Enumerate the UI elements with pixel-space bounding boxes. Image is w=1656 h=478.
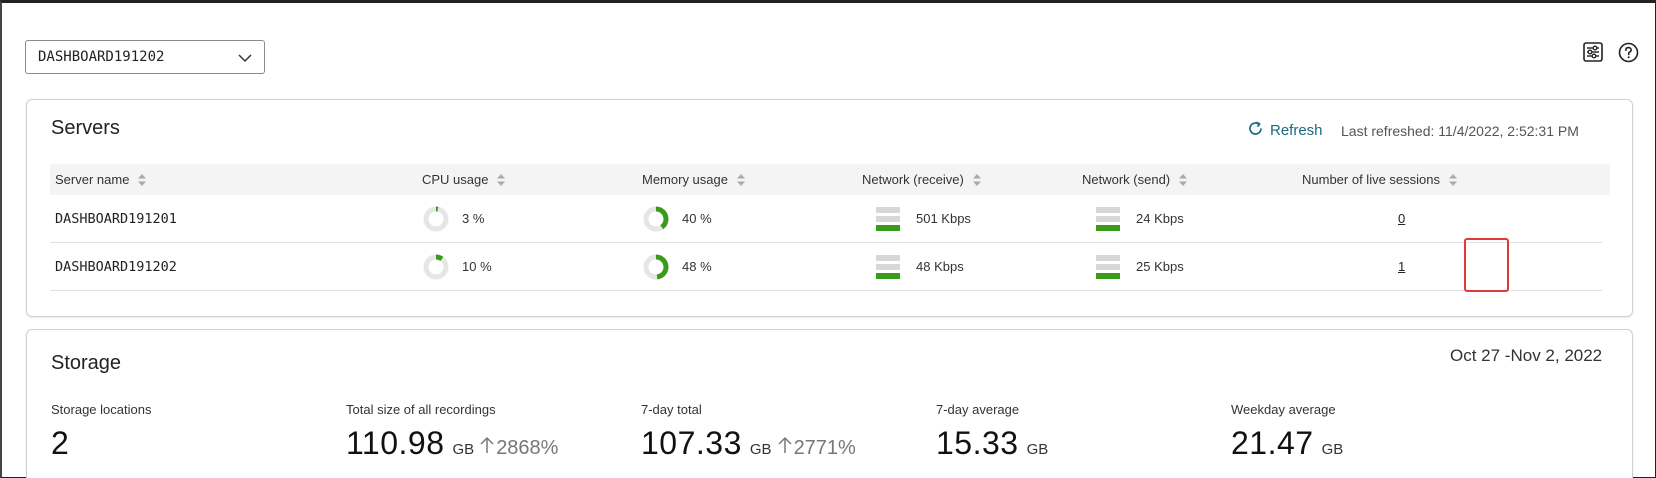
cpu-usage-value: 3 %: [462, 211, 485, 226]
chevron-down-icon: [238, 51, 252, 67]
server-select-value: DASHBOARD191202: [38, 49, 165, 65]
highlight-box: [1464, 238, 1509, 292]
storage-card: Storage Oct 27 -Nov 2, 2022 Storage loca…: [26, 329, 1633, 478]
metric-change: 2868%: [480, 436, 558, 460]
column-cpu-usage[interactable]: CPU usage: [422, 164, 506, 195]
network-bars-icon: [1096, 206, 1120, 231]
memory-donut-icon: [643, 206, 669, 231]
help-circle-icon[interactable]: [1617, 41, 1639, 63]
metric-value: 107.33: [641, 425, 742, 461]
metric-7-day-total: 7-day total 107.33 GB 2771%: [641, 402, 856, 462]
cpu-usage-cell: 3 %: [422, 195, 484, 242]
column-label: Network (send): [1082, 172, 1171, 187]
cpu-usage-cell: 10 %: [422, 243, 492, 290]
cpu-donut-icon: [423, 206, 449, 231]
sliders-icon[interactable]: [1582, 41, 1604, 63]
network-receive-cell: 48 Kbps: [876, 243, 964, 290]
column-server-name[interactable]: Server name: [55, 164, 147, 195]
server-select-dropdown[interactable]: DASHBOARD191202: [25, 40, 265, 74]
metric-7-day-average: 7-day average 15.33 GB: [936, 402, 1048, 462]
metric-label: 7-day total: [641, 402, 702, 417]
cpu-usage-value: 10 %: [462, 259, 492, 274]
server-name: DASHBOARD191202: [55, 258, 177, 275]
memory-usage-value: 48 %: [682, 259, 712, 274]
metric-label: Total size of all recordings: [346, 402, 496, 417]
network-send-value: 24 Kbps: [1136, 211, 1184, 226]
network-bars-icon: [876, 254, 900, 279]
sort-icon: [1179, 173, 1188, 186]
table-row: DASHBOARD191202 10 % 48 % 48 Kbps 25 Kbp…: [50, 243, 1602, 291]
live-sessions-cell: 0: [1398, 195, 1405, 242]
metric-weekday-average: Weekday average 21.47 GB: [1231, 402, 1343, 462]
live-sessions-link[interactable]: 1: [1398, 259, 1405, 274]
metric-total-size: Total size of all recordings 110.98 GB 2…: [346, 402, 558, 462]
metric-label: 7-day average: [936, 402, 1020, 417]
column-live-sessions[interactable]: Number of live sessions: [1302, 164, 1458, 195]
network-bars-icon: [876, 206, 900, 231]
sort-icon: [138, 173, 147, 186]
metric-label: Weekday average: [1231, 402, 1336, 417]
servers-card: Servers Refresh Last refreshed: 11/4/202…: [26, 99, 1633, 317]
cpu-donut-icon: [423, 254, 449, 279]
network-receive-value: 501 Kbps: [916, 211, 971, 226]
column-label: Memory usage: [642, 172, 728, 187]
sort-icon: [736, 173, 745, 186]
column-memory-usage[interactable]: Memory usage: [642, 164, 746, 195]
column-label: CPU usage: [422, 172, 489, 187]
live-sessions-cell: 1: [1398, 243, 1405, 290]
network-receive-cell: 501 Kbps: [876, 195, 971, 242]
metric-unit: GB: [452, 441, 475, 458]
refresh-label: Refresh: [1270, 122, 1323, 139]
table-row: DASHBOARD191201 3 % 40 % 501 Kbps 24 Kbp…: [50, 195, 1602, 243]
memory-usage-cell: 40 %: [642, 195, 712, 242]
memory-usage-value: 40 %: [682, 211, 712, 226]
arrow-up-icon: [778, 436, 792, 453]
memory-donut-icon: [643, 254, 669, 279]
metric-unit: GB: [1321, 441, 1344, 458]
network-send-value: 25 Kbps: [1136, 259, 1184, 274]
sort-icon: [497, 173, 506, 186]
network-send-cell: 24 Kbps: [1096, 195, 1184, 242]
metric-value: 2: [51, 425, 70, 461]
metric-change-value: 2868%: [496, 437, 559, 459]
servers-title: Servers: [51, 117, 120, 139]
network-bars-icon: [1096, 254, 1120, 279]
column-network-receive[interactable]: Network (receive): [862, 164, 982, 195]
refresh-button[interactable]: Refresh: [1247, 120, 1323, 141]
storage-title: Storage: [51, 352, 122, 374]
metric-change: 2771%: [778, 436, 856, 460]
refresh-icon: [1247, 120, 1264, 141]
sort-icon: [1449, 173, 1457, 186]
sort-icon: [972, 173, 981, 186]
network-receive-value: 48 Kbps: [916, 259, 964, 274]
metric-value: 21.47: [1231, 425, 1314, 461]
column-network-send[interactable]: Network (send): [1082, 164, 1188, 195]
servers-table-header: Server name CPU usage Memory usage Netwo…: [50, 164, 1610, 195]
metric-storage-locations: Storage locations 2: [51, 402, 151, 462]
metric-value: 110.98: [346, 425, 445, 461]
memory-usage-cell: 48 %: [642, 243, 712, 290]
metric-change-value: 2771%: [793, 437, 856, 459]
arrow-up-icon: [480, 436, 494, 453]
metric-label: Storage locations: [51, 402, 152, 417]
metric-unit: GB: [749, 441, 772, 458]
network-send-cell: 25 Kbps: [1096, 243, 1184, 290]
server-name: DASHBOARD191201: [55, 210, 177, 227]
column-label: Server name: [55, 172, 130, 187]
storage-date-range: Oct 27 -Nov 2, 2022: [1450, 346, 1603, 365]
column-label: Network (receive): [862, 172, 964, 187]
live-sessions-link[interactable]: 0: [1398, 211, 1405, 226]
last-refreshed-text: Last refreshed: 11/4/2022, 2:52:31 PM: [1341, 123, 1579, 139]
metric-unit: GB: [1026, 441, 1049, 458]
column-label: Number of live sessions: [1302, 172, 1440, 187]
metric-value: 15.33: [936, 425, 1019, 461]
